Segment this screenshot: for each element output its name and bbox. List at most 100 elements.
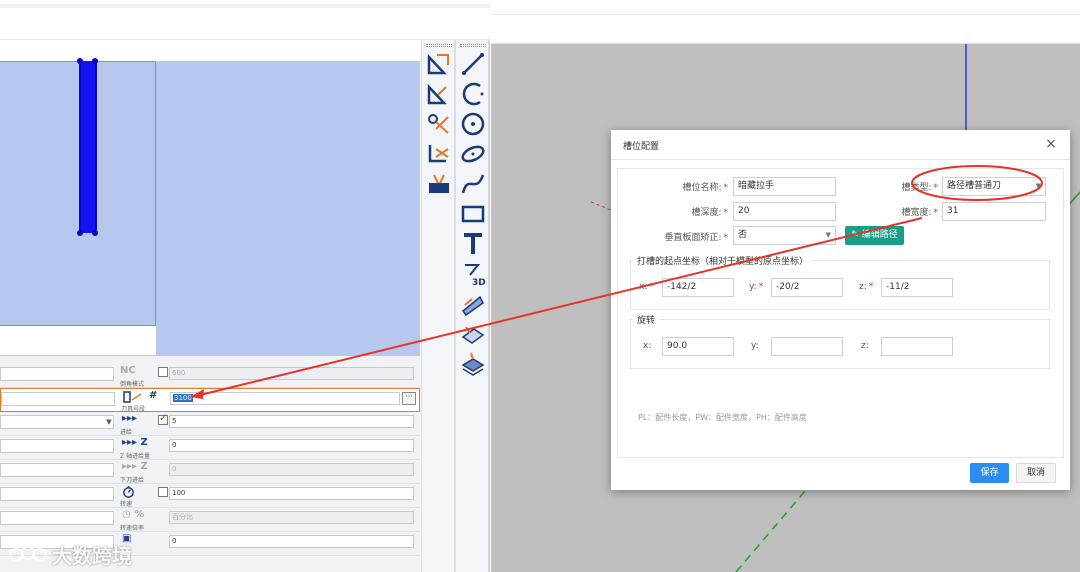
prop-name-field[interactable] xyxy=(0,367,114,381)
arc-tool-icon[interactable] xyxy=(459,80,487,108)
cut-tool-icon[interactable] xyxy=(425,110,453,138)
rotation-x-label: x: xyxy=(643,341,652,351)
drawing-canvas[interactable] xyxy=(0,40,420,356)
slot-name-label: 槽位名称: * xyxy=(682,183,728,193)
dialog-body: 槽位名称: * 暗藏拉手 槽类型: * 路径槽普通刀 ▼ 槽深度: * 20 槽宽度:… xyxy=(617,168,1064,458)
plunge-field[interactable]: 0 xyxy=(169,463,414,476)
rotation-z-label: z: xyxy=(861,341,869,351)
rectangle-tool-icon[interactable] xyxy=(459,200,487,228)
pattern-tool-icon[interactable] xyxy=(459,290,487,318)
tool-column-1 xyxy=(421,40,455,572)
extra-field[interactable]: 0 xyxy=(169,535,414,548)
speed-ratio-icon: ◷ % xyxy=(122,509,145,520)
rotation-z-input[interactable] xyxy=(881,337,953,356)
groove-endpoint[interactable] xyxy=(77,230,83,236)
prop-caption: 进给 xyxy=(120,429,133,436)
vertical-correction-select[interactable]: 否 ▼ xyxy=(733,226,836,245)
save-button[interactable]: 保存 xyxy=(970,463,1009,483)
groove-shape[interactable] xyxy=(79,61,97,233)
line-tool-icon[interactable] xyxy=(459,50,487,78)
edit-path-button[interactable]: ✎ 编辑路径 xyxy=(845,226,904,245)
dropdown-arrow-icon[interactable]: ▼ xyxy=(104,415,114,429)
origin-z-label: z: * xyxy=(859,282,874,292)
prop-name-field[interactable] xyxy=(0,463,114,477)
dimension-tool-icon[interactable] xyxy=(425,50,453,78)
prop-row-speed: 转速 100 xyxy=(0,484,420,508)
feed-value-field[interactable]: 5 xyxy=(169,415,414,428)
rotation-y-input[interactable] xyxy=(771,337,843,356)
prop-caption: Z 轴进给量 xyxy=(120,453,151,460)
browse-button[interactable]: ··· xyxy=(402,392,416,405)
origin-x-label: x: * xyxy=(639,282,654,292)
slot-name-input[interactable]: 暗藏拉手 xyxy=(733,177,836,196)
angle-tool-icon[interactable] xyxy=(425,80,453,108)
tool-number-value: 3100 xyxy=(173,394,193,402)
chevron-down-icon: ▼ xyxy=(1035,182,1041,190)
text-tool-icon[interactable] xyxy=(459,230,487,258)
slot-config-dialog: 槽位配置 × 槽位名称: * 暗藏拉手 槽类型: * 路径槽普通刀 ▼ 槽深度: * … xyxy=(611,130,1070,490)
close-icon[interactable]: × xyxy=(1043,136,1059,152)
z-feed-field[interactable]: 0 xyxy=(169,439,414,452)
hash-symbol: # xyxy=(149,390,158,401)
groove-endpoint[interactable] xyxy=(92,230,98,236)
width-input[interactable]: 31 xyxy=(942,202,1046,221)
origin-x-input[interactable]: -142/2 xyxy=(662,278,734,297)
groove-endpoint[interactable] xyxy=(92,58,98,64)
groove-endpoint[interactable] xyxy=(77,58,83,64)
pencil-icon: ✎ xyxy=(851,230,862,240)
prop-row-z-feed: ▸▸▸ Z Z 轴进给量 0 xyxy=(0,436,420,460)
watermark-text: 大数跨境 xyxy=(52,544,132,568)
sheet-tool-icon[interactable] xyxy=(459,320,487,348)
origin-y-input[interactable]: -20/2 xyxy=(771,278,843,297)
layer-tool-icon[interactable] xyxy=(459,350,487,378)
3d-tool-icon[interactable]: 3D xyxy=(459,260,487,288)
plunge-icon: ▸▸▸ Z xyxy=(122,461,148,472)
prop-row-speed-ratio: ◷ % 转速倍率 百分比 xyxy=(0,508,420,532)
edit-path-label: 编辑路径 xyxy=(861,230,898,240)
slot-type-value: 路径槽普通刀 xyxy=(947,181,1002,191)
depth-label: 槽深度: * xyxy=(691,208,728,218)
speed-checkbox[interactable] xyxy=(158,487,168,497)
prop-name-field[interactable] xyxy=(0,439,114,453)
svg-text:3D: 3D xyxy=(472,278,486,287)
prop-name-field[interactable] xyxy=(0,487,114,501)
origin-fieldset: 打槽的起点坐标（相对于模型的原点坐标） x: * -142/2 y: * -20/2… xyxy=(630,254,1050,310)
prop-row-chamfer: NC 倒角模式 600 xyxy=(0,364,420,388)
origin-y-label: y: * xyxy=(749,282,764,292)
tool-number-icon xyxy=(123,390,171,404)
depth-input[interactable]: 20 xyxy=(733,202,836,221)
ellipse-tool-icon[interactable] xyxy=(459,140,487,168)
tool-number-field[interactable]: 3100 xyxy=(170,392,400,405)
prop-row-feed: ▼ ▸▸▸ 进给 5 xyxy=(0,412,420,436)
nc-badge: NC xyxy=(120,365,136,376)
prop-row-tool-number: # 刀具号段 3100 ··· xyxy=(0,388,420,413)
panel-background xyxy=(156,61,420,355)
speed-ratio-select[interactable]: 百分比 xyxy=(169,511,414,524)
prop-name-field[interactable] xyxy=(1,392,115,406)
prop-checkbox[interactable] xyxy=(158,367,168,377)
curve-tool-icon[interactable] xyxy=(459,170,487,198)
rotation-x-input[interactable]: 90.0 xyxy=(662,337,734,356)
prop-row-plunge: ▸▸▸ Z 下刀进给 0 xyxy=(0,460,420,484)
feed-checkbox[interactable] xyxy=(158,413,168,425)
board-outline[interactable] xyxy=(0,61,156,326)
tool-box-icon[interactable] xyxy=(425,170,453,198)
z-feed-icon: ▸▸▸ Z xyxy=(122,437,148,448)
slot-type-select[interactable]: 路径槽普通刀 ▼ xyxy=(942,177,1046,196)
trim-tool-icon[interactable] xyxy=(425,140,453,168)
watermark-logo-icon xyxy=(9,545,47,562)
prop-caption: 转速倍率 xyxy=(120,525,145,532)
model-header xyxy=(491,0,1080,44)
dialog-header: 槽位配置 × xyxy=(611,130,1070,160)
prop-dropdown[interactable] xyxy=(0,415,114,429)
speed-field[interactable]: 100 xyxy=(169,487,414,500)
origin-z-input[interactable]: -11/2 xyxy=(881,278,953,297)
prop-name-field[interactable] xyxy=(0,511,114,525)
rotation-fieldset: 旋转 x: 90.0 y: z: xyxy=(630,313,1050,369)
prop-value-field[interactable]: 600 xyxy=(169,367,414,380)
circle-tool-icon[interactable] xyxy=(459,110,487,138)
vertical-correction-label: 垂直板面矫正: * xyxy=(664,233,728,243)
cancel-button[interactable]: 取消 xyxy=(1016,463,1056,483)
rotation-y-label: y: xyxy=(751,341,759,351)
chevron-down-icon: ▼ xyxy=(825,231,831,239)
